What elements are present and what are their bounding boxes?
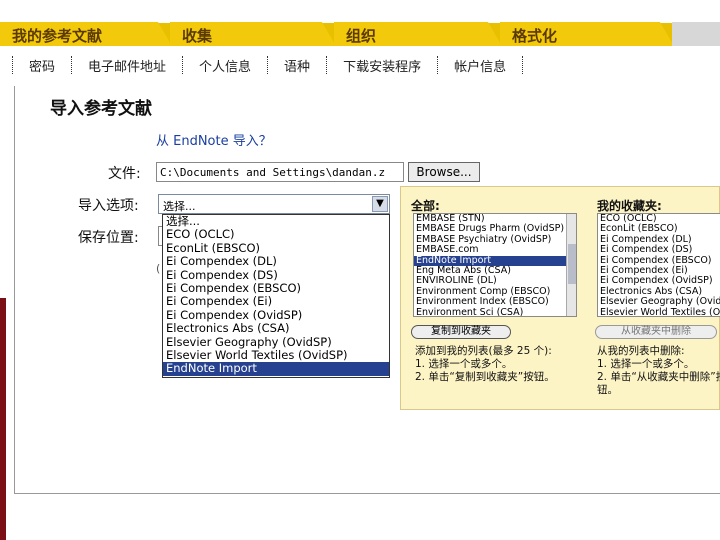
dropdown-option[interactable]: Ei Compendex (DS): [163, 268, 389, 282]
dropdown-option[interactable]: Elsevier Geography (OvidSP): [163, 335, 389, 349]
subnav-personal-info[interactable]: 个人信息: [183, 56, 267, 75]
list-item[interactable]: Elsevier World Textiles (OvidSP): [598, 307, 720, 316]
subnav-language[interactable]: 语种: [268, 56, 326, 75]
subnav-email[interactable]: 电子邮件地址: [72, 56, 182, 75]
import-option-label: 导入选项:: [78, 198, 139, 214]
page-title: 导入参考文献: [50, 99, 152, 119]
dropdown-option[interactable]: Ei Compendex (OvidSP): [163, 308, 389, 322]
import-option-dropdown[interactable]: 选择... ECO (OCLC) EconLit (EBSCO) Ei Compend…: [162, 214, 390, 378]
tab-bar-filler: [672, 22, 720, 46]
dropdown-option[interactable]: Elsevier World Textiles (OvidSP): [163, 348, 389, 362]
left-accent-strip: [0, 298, 6, 540]
all-list-scrollbar[interactable]: [566, 214, 576, 316]
file-path-input[interactable]: C:\Documents and Settings\dandan.z: [156, 162, 404, 182]
tab-my-references[interactable]: 我的参考文献: [0, 22, 172, 46]
import-option-select[interactable]: 选择... ▼: [158, 194, 390, 214]
add-instructions: 添加到我的列表(最多 25 个): 1. 选择一个或多个。 2. 单击“复制到收…: [415, 345, 555, 383]
all-databases-items: EMBASE (STN) EMBASE Drugs Pharm (OvidSP) E…: [414, 214, 576, 316]
favorites-list[interactable]: ECO (OCLC) EconLit (EBSCO) Ei Compendex (D…: [597, 213, 720, 317]
list-item[interactable]: Ei Compendex (DS): [598, 244, 720, 255]
dropdown-option[interactable]: EndNote Import: [163, 361, 389, 376]
save-location-label: 保存位置:: [78, 230, 139, 246]
all-heading: 全部:: [411, 199, 440, 213]
tab-collect[interactable]: 收集: [170, 22, 336, 46]
list-item[interactable]: Elsevier Geography (OvidSP): [598, 296, 720, 307]
top-tab-bar: 我的参考文献 收集 组织 格式化: [0, 0, 720, 46]
dropdown-option[interactable]: Ei Compendex (Ei): [163, 294, 389, 308]
file-label: 文件:: [108, 166, 141, 182]
favorites-panel: 全部: 我的收藏夹: EMBASE (STN) EMBASE Drugs Phar…: [400, 186, 720, 410]
list-item[interactable]: Environment Sci (CSA): [414, 307, 576, 316]
remove-instructions: 从我的列表中删除: 1. 选择一个或多个。 2. 单击“从收藏夹中删除”按 钮。: [597, 345, 720, 396]
dropdown-option[interactable]: ECO (OCLC): [163, 227, 389, 241]
dropdown-option[interactable]: Electronics Abs (CSA): [163, 321, 389, 335]
favorites-heading: 我的收藏夹:: [597, 199, 662, 213]
radio-fragment: (: [156, 262, 161, 275]
sub-navigation: 密码 电子邮件地址 个人信息 语种 下载安装程序 帐户信息: [12, 52, 720, 78]
list-item[interactable]: EMBASE.com: [414, 244, 576, 255]
subnav-download[interactable]: 下载安装程序: [327, 56, 437, 75]
copy-to-favorites-button[interactable]: 复制到收藏夹: [411, 325, 511, 339]
list-item[interactable]: Environment Index (EBSCO): [414, 296, 576, 307]
tab-format[interactable]: 格式化: [500, 22, 674, 46]
dropdown-option[interactable]: 选择...: [163, 214, 389, 228]
chevron-down-icon[interactable]: ▼: [372, 196, 388, 212]
remove-from-favorites-button[interactable]: 从收藏夹中删除: [595, 325, 717, 339]
tab-organize[interactable]: 组织: [334, 22, 502, 46]
import-option-value: 选择...: [163, 200, 196, 213]
all-databases-list[interactable]: EMBASE (STN) EMBASE Drugs Pharm (OvidSP) E…: [413, 213, 577, 317]
subnav-account-info[interactable]: 帐户信息: [438, 56, 522, 75]
dropdown-option[interactable]: Ei Compendex (DL): [163, 254, 389, 268]
browse-button[interactable]: Browse...: [408, 162, 480, 182]
endnote-import-link[interactable]: 从 EndNote 导入？: [156, 130, 272, 149]
favorites-items: ECO (OCLC) EconLit (EBSCO) Ei Compendex (D…: [598, 214, 720, 316]
subnav-password[interactable]: 密码: [13, 56, 71, 75]
dropdown-option[interactable]: Ei Compendex (EBSCO): [163, 281, 389, 295]
dropdown-option[interactable]: EconLit (EBSCO): [163, 241, 389, 255]
